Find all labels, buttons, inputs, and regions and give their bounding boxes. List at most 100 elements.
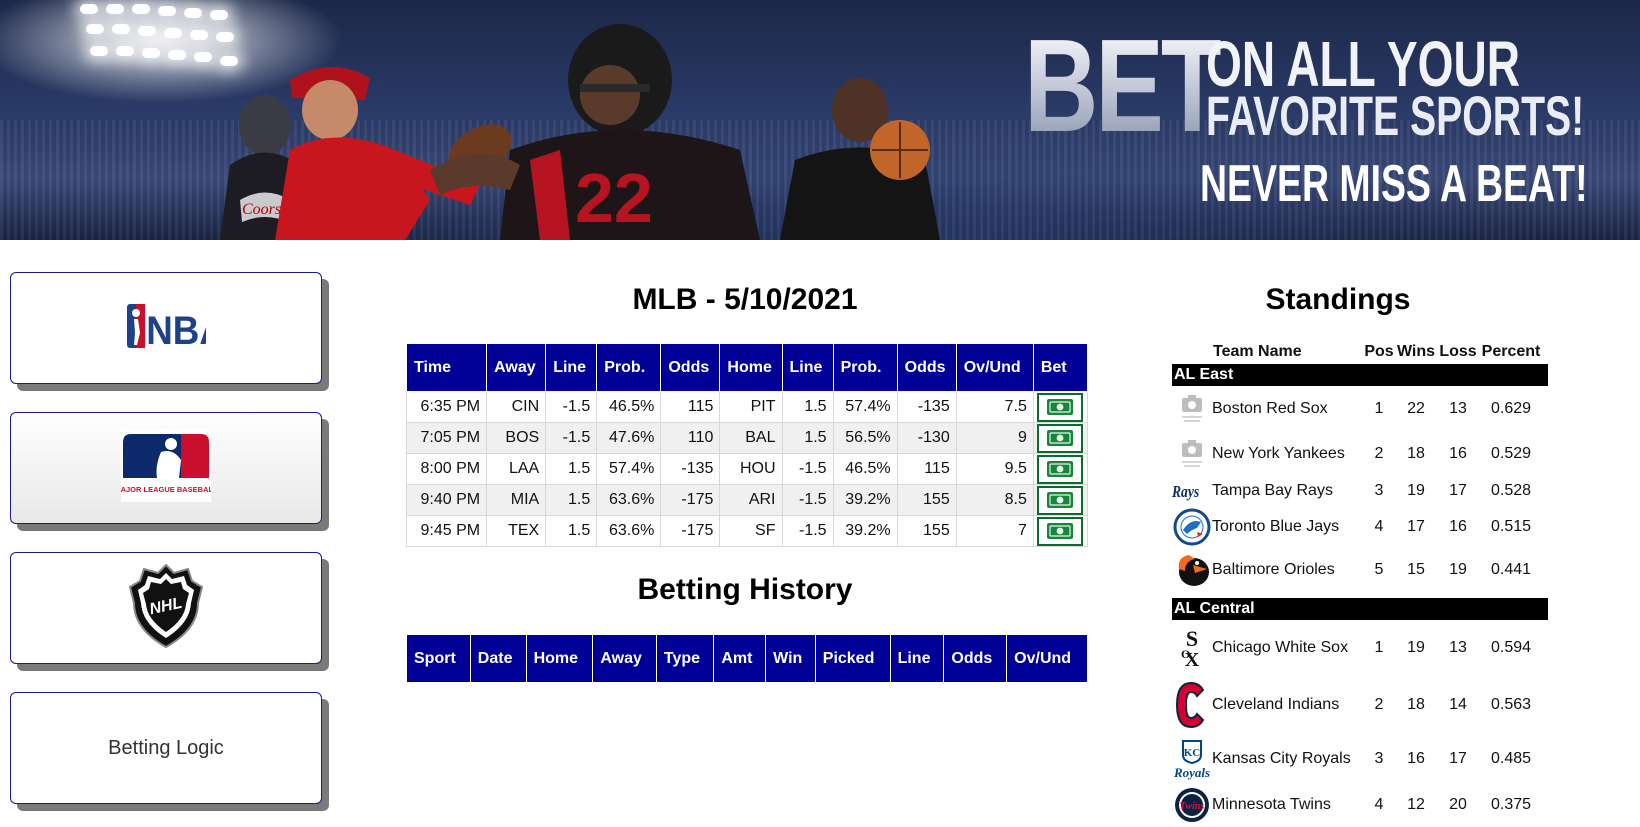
bet-cell — [1032, 484, 1089, 516]
team-loss: 17 — [1449, 750, 1467, 767]
nba-logo-icon: NBA — [126, 303, 226, 354]
bet-button[interactable] — [1037, 485, 1084, 515]
table-row: 7:05 PM BOS -1.5 47.6% 110 BAL 1.5 56.5%… — [405, 422, 1089, 454]
sidebar-item-nba[interactable]: NBA — [10, 272, 322, 384]
team-pos: 4 — [1374, 518, 1384, 535]
history-table: Sport Date Home Away Type Amt Win Picked… — [406, 634, 1088, 683]
team-wins: 19 — [1407, 482, 1425, 499]
team-percent: 0.375 — [1490, 796, 1532, 813]
twins-logo-icon: Twins — [1172, 786, 1212, 824]
col-time[interactable]: Time — [405, 343, 488, 392]
table-row: 6:35 PM CIN -1.5 46.5% 115 PIT 1.5 57.4%… — [405, 391, 1089, 423]
team-loss: 17 — [1449, 482, 1467, 499]
list-item: Twins Minnesota Twins 4 12 20 0.375 — [1172, 784, 1548, 826]
team-percent: 0.629 — [1490, 400, 1532, 417]
bet-cell — [1032, 391, 1089, 423]
col-sport[interactable]: Sport — [406, 634, 471, 683]
bet-button[interactable] — [1037, 392, 1084, 422]
away-team: MIA — [486, 484, 547, 516]
bet-button[interactable] — [1037, 454, 1084, 484]
away-odds: -175 — [660, 515, 721, 547]
col-type[interactable]: Type — [655, 634, 715, 683]
team-name: Minnesota Twins — [1212, 796, 1331, 813]
home-odds: -130 — [896, 422, 957, 454]
cash-icon — [1047, 399, 1074, 415]
team-loss: 19 — [1449, 561, 1467, 578]
col-win[interactable]: Win — [765, 634, 816, 683]
bet-cell — [1032, 422, 1089, 454]
baseball-player-icon — [275, 66, 480, 240]
betting-logic-label: Betting Logic — [108, 736, 224, 759]
list-item: New York Yankees 2 18 16 0.529 — [1172, 432, 1548, 476]
col-amt[interactable]: Amt — [713, 634, 767, 683]
svg-text:Coors: Coors — [242, 201, 281, 218]
col-ovund[interactable]: Ov/Und — [955, 343, 1034, 392]
col-home[interactable]: Home — [719, 343, 783, 392]
away-line: 1.5 — [545, 453, 598, 485]
away-line: 1.5 — [545, 484, 598, 516]
team-name: Tampa Bay Rays — [1212, 482, 1333, 499]
sidebar-item-betting-logic[interactable]: Betting Logic — [10, 692, 322, 804]
games-title: MLB - 5/10/2021 — [632, 283, 858, 316]
indians-logo-icon — [1172, 680, 1212, 730]
bet-cell — [1032, 453, 1089, 485]
away-team: BOS — [486, 422, 547, 454]
sidebar-item-nhl[interactable]: NHL — [10, 552, 322, 664]
col-away-odds[interactable]: Odds — [660, 343, 721, 392]
team-pos: 5 — [1374, 561, 1384, 578]
team-percent: 0.594 — [1490, 639, 1532, 656]
cash-icon — [1047, 523, 1074, 539]
team-percent: 0.485 — [1490, 750, 1532, 767]
team-name: Cleveland Indians — [1212, 696, 1340, 713]
col-home-prob[interactable]: Prob. — [832, 343, 898, 392]
home-team: HOU — [719, 453, 783, 485]
col-line[interactable]: Line — [889, 634, 945, 683]
team-percent: 0.529 — [1490, 445, 1532, 462]
away-prob: 63.6% — [596, 484, 662, 516]
home-prob: 46.5% — [832, 453, 898, 485]
col-home-odds[interactable]: Odds — [896, 343, 957, 392]
list-item: Toronto Blue Jays 4 17 16 0.515 — [1172, 506, 1548, 548]
banner-bet-text: BET — [1024, 12, 1224, 159]
division-header: AL Central — [1172, 598, 1548, 620]
team-percent: 0.563 — [1490, 696, 1532, 713]
game-time: 9:45 PM — [405, 515, 488, 547]
col-bet[interactable]: Bet — [1032, 343, 1089, 392]
away-odds: -135 — [660, 453, 721, 485]
team-loss: 16 — [1449, 445, 1467, 462]
col-home[interactable]: Home — [525, 634, 594, 683]
bet-button[interactable] — [1037, 516, 1084, 546]
away-prob: 57.4% — [596, 453, 662, 485]
list-item: KC Royals Kansas City Royals 3 16 17 0.48… — [1172, 734, 1548, 784]
image-placeholder-icon — [1172, 392, 1212, 426]
col-odds[interactable]: Odds — [943, 634, 1008, 683]
standings-header-row: Team Name Pos Wins Loss Percent — [1172, 340, 1548, 364]
team-name: Boston Red Sox — [1212, 400, 1328, 417]
svg-text:Twins: Twins — [1180, 801, 1205, 812]
col-ovund[interactable]: Ov/Und — [1006, 634, 1088, 683]
team-pos: 3 — [1374, 750, 1384, 767]
games-table: Time Away Line Prob. Odds Home Line Prob… — [405, 343, 1089, 547]
col-away[interactable]: Away — [592, 634, 657, 683]
col-date[interactable]: Date — [469, 634, 527, 683]
team-pos: 2 — [1374, 445, 1384, 462]
away-line: -1.5 — [545, 391, 598, 423]
sidebar-item-mlb[interactable]: MAJOR LEAGUE BASEBALL — [10, 412, 322, 524]
away-team: TEX — [486, 515, 547, 547]
col-percent: Percent — [1481, 343, 1541, 360]
col-picked[interactable]: Picked — [814, 634, 891, 683]
image-placeholder-icon — [1172, 437, 1212, 471]
list-item: Boston Red Sox 1 22 13 0.629 — [1172, 386, 1548, 432]
col-home-line[interactable]: Line — [781, 343, 834, 392]
bet-button[interactable] — [1037, 423, 1084, 453]
svg-text:NBA: NBA — [146, 308, 206, 348]
away-odds: -175 — [660, 484, 721, 516]
team-loss: 13 — [1449, 400, 1467, 417]
col-away-line[interactable]: Line — [545, 343, 598, 392]
col-away-prob[interactable]: Prob. — [596, 343, 662, 392]
home-odds: 115 — [896, 453, 957, 485]
svg-text:KC: KC — [1184, 747, 1201, 759]
col-away[interactable]: Away — [486, 343, 547, 392]
game-time: 7:05 PM — [405, 422, 488, 454]
over-under: 9 — [955, 422, 1034, 454]
